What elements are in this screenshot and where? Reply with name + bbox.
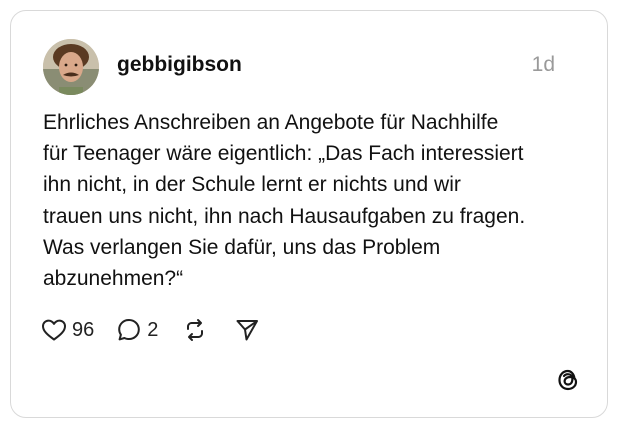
share-button[interactable] [234, 317, 260, 343]
post-body: Ehrliches Anschreiben an Angebote für Na… [43, 107, 573, 294]
action-bar: 96 2 [41, 315, 260, 345]
repost-button[interactable] [182, 317, 208, 343]
reply-count: 2 [147, 318, 159, 341]
username[interactable]: gebbigibson [117, 53, 242, 77]
heart-icon [42, 319, 66, 341]
post-card: gebbigibson 1d Ehrliches Anschreiben an … [10, 10, 608, 418]
post-text-line: Ehrliches Anschreiben an Angebote für Na… [43, 111, 499, 134]
post-text-line: Was verlangen Sie dafür, uns das Problem [43, 235, 441, 259]
avatar-photo [43, 39, 99, 95]
like-button[interactable]: 96 [41, 318, 94, 342]
post-timestamp: 1d [531, 53, 555, 76]
post-text-line: abzunehmen?“ [43, 267, 184, 291]
post-text-line: trauen uns nicht, ihn nach Hausaufgaben … [43, 204, 526, 228]
avatar[interactable] [43, 39, 99, 95]
repost-icon [187, 319, 204, 341]
post-text-line: ihn nicht, in der Schule lernt er nichts… [43, 173, 461, 197]
like-count: 96 [72, 318, 95, 341]
send-icon [236, 320, 259, 341]
speech-bubble-icon [118, 319, 141, 341]
reply-button[interactable]: 2 [116, 317, 158, 343]
threads-logo-icon [555, 367, 581, 393]
post-text-line: für Teenager wäre eigentlich: „Das Fach … [43, 142, 524, 166]
